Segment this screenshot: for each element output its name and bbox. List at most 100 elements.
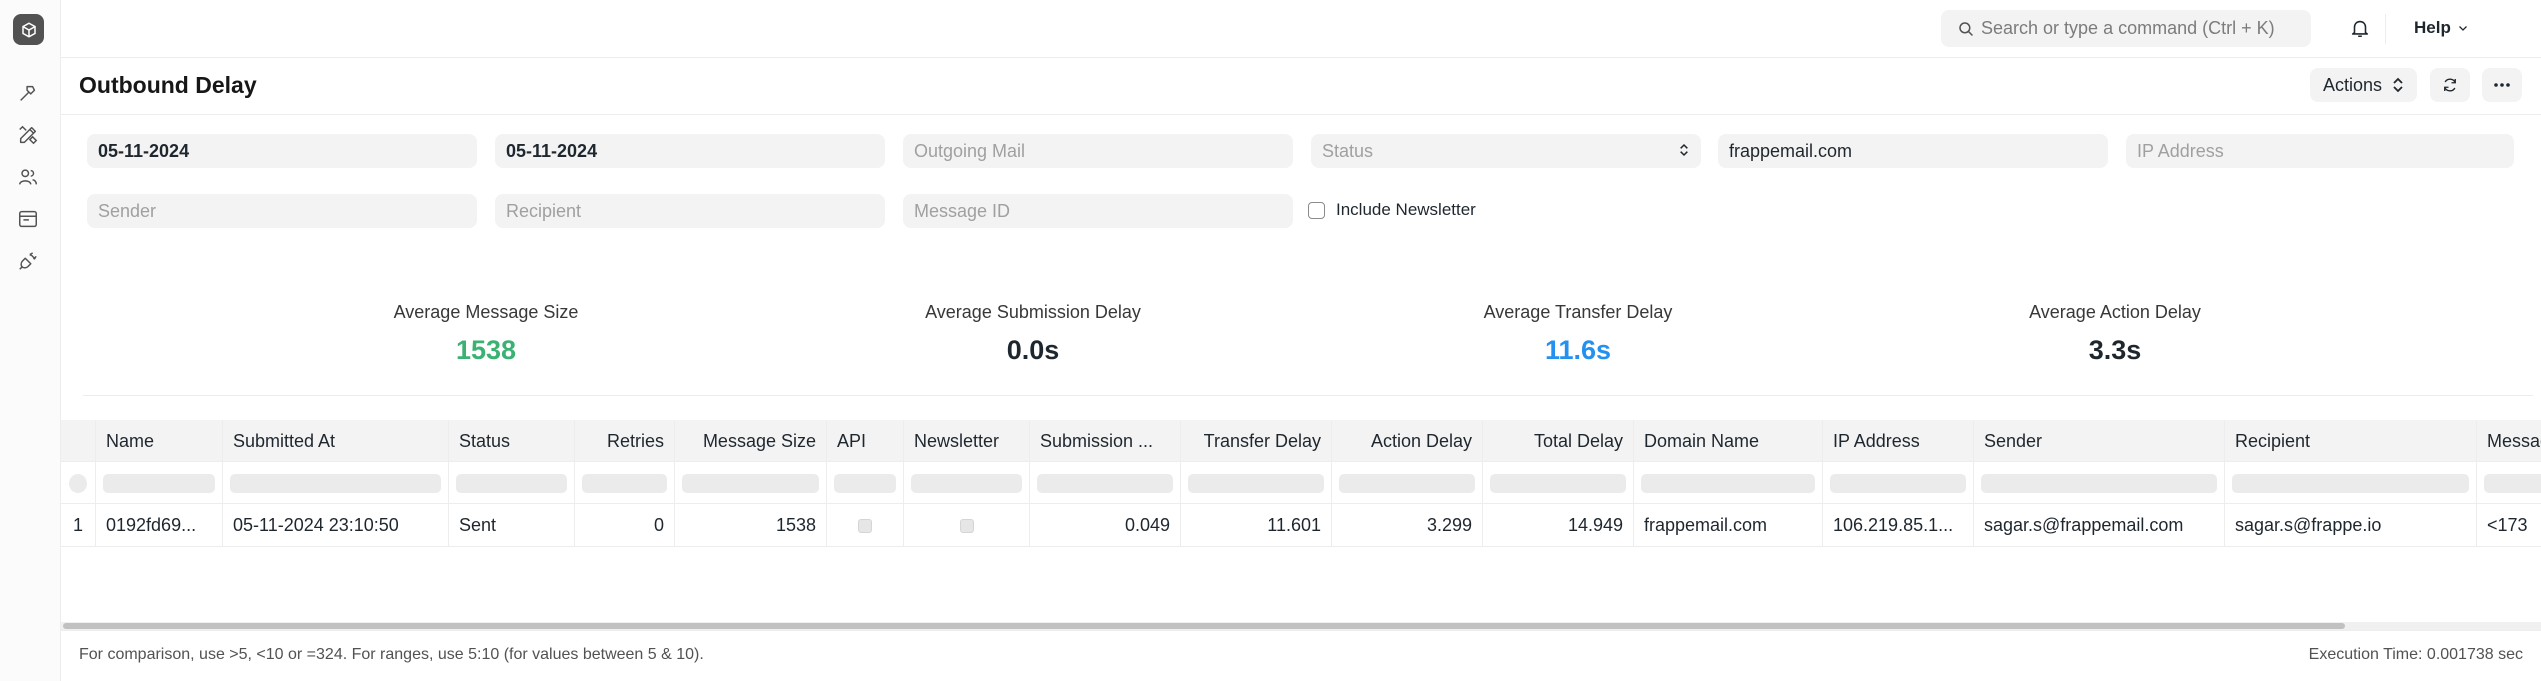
column-filter-cell[interactable]: [223, 462, 449, 504]
ip-address-filter[interactable]: IP Address: [2126, 134, 2514, 168]
cell-newsletter[interactable]: [904, 504, 1030, 547]
column-header-status[interactable]: Status: [449, 420, 575, 462]
column-header-submission-delay[interactable]: Submission ...: [1030, 420, 1181, 462]
actions-button[interactable]: Actions: [2310, 68, 2417, 102]
bell-icon: [2351, 20, 2369, 38]
report-footer: For comparison, use >5, <10 or =324. For…: [61, 630, 2541, 681]
cell-submitted-at[interactable]: 05-11-2024 23:10:50: [223, 504, 449, 547]
page-header: Outbound Delay Actions: [61, 58, 2541, 115]
sidebar-item-website[interactable]: [15, 206, 41, 232]
cell-domain-name[interactable]: frappemail.com: [1634, 504, 1823, 547]
column-header-message-size[interactable]: Message Size: [675, 420, 827, 462]
column-filter-cell[interactable]: [1181, 462, 1332, 504]
message-id-filter[interactable]: Message ID: [903, 194, 1293, 228]
cell-transfer-delay[interactable]: 11.601: [1181, 504, 1332, 547]
cell-name[interactable]: 0192fd69...: [96, 504, 223, 547]
topbar-divider: [2385, 14, 2386, 44]
filter-pill: [456, 474, 567, 493]
cell-total-delay[interactable]: 14.949: [1483, 504, 1634, 547]
recipient-filter[interactable]: Recipient: [495, 194, 885, 228]
column-filter-cell[interactable]: [2225, 462, 2477, 504]
search-placeholder: Search or type a command (Ctrl + K): [1981, 18, 2275, 38]
sender-filter[interactable]: Sender: [87, 194, 477, 228]
column-header-total-delay[interactable]: Total Delay: [1483, 420, 1634, 462]
sidebar-item-users[interactable]: [15, 164, 41, 190]
column-header-recipient[interactable]: Recipient: [2225, 420, 2477, 462]
column-filter-cell[interactable]: [1030, 462, 1181, 504]
app-logo[interactable]: [13, 14, 44, 45]
column-header-name[interactable]: Name: [96, 420, 223, 462]
more-options-button[interactable]: [2482, 68, 2522, 102]
include-newsletter-checkbox[interactable]: [1308, 201, 1325, 219]
column-filter-cell[interactable]: [1332, 462, 1483, 504]
notifications-button[interactable]: [2349, 16, 2371, 45]
row-index: 1: [61, 504, 96, 547]
cell-sender[interactable]: sagar.s@frappemail.com: [1974, 504, 2225, 547]
status-select[interactable]: Status: [1311, 134, 1701, 168]
select-arrows-icon: [2393, 77, 2403, 93]
filter-pill: [2484, 474, 2541, 493]
search-icon: [1959, 22, 1973, 36]
column-filter-cell[interactable]: [1634, 462, 1823, 504]
filter-pill: [103, 474, 215, 493]
outgoing-mail-filter[interactable]: Outgoing Mail: [903, 134, 1293, 168]
include-newsletter-toggle[interactable]: Include Newsletter: [1308, 200, 1476, 220]
column-filter-cell[interactable]: [1483, 462, 1634, 504]
to-date-filter[interactable]: 05-11-2024: [495, 134, 885, 168]
column-header-action-delay[interactable]: Action Delay: [1332, 420, 1483, 462]
horizontal-scrollbar-thumb[interactable]: [63, 623, 2345, 629]
filter-pill: [1339, 474, 1475, 493]
column-header-sender[interactable]: Sender: [1974, 420, 2225, 462]
column-header-newsletter[interactable]: Newsletter: [904, 420, 1030, 462]
column-filter-cell[interactable]: [575, 462, 675, 504]
summary-label: Average Message Size: [393, 302, 579, 322]
cell-message-id[interactable]: <173: [2477, 504, 2541, 547]
column-filter-cell[interactable]: [96, 462, 223, 504]
column-header-retries[interactable]: Retries: [575, 420, 675, 462]
sidebar-item-integrations[interactable]: [15, 248, 41, 274]
from-date-filter[interactable]: 05-11-2024: [87, 134, 477, 168]
cell-status[interactable]: Sent: [449, 504, 575, 547]
cell-message-size[interactable]: 1538: [675, 504, 827, 547]
column-filter-cell[interactable]: [449, 462, 575, 504]
cell-retries[interactable]: 0: [575, 504, 675, 547]
column-header-ip-address[interactable]: IP Address: [1823, 420, 1974, 462]
column-header-transfer-delay[interactable]: Transfer Delay: [1181, 420, 1332, 462]
cell-api[interactable]: [827, 504, 904, 547]
search-input[interactable]: Search or type a command (Ctrl + K): [1941, 10, 2311, 47]
table-row[interactable]: 1 0192fd69... 05-11-2024 23:10:50 Sent 0…: [61, 504, 2541, 547]
cell-submission-delay[interactable]: 0.049: [1030, 504, 1181, 547]
cell-recipient[interactable]: sagar.s@frappe.io: [2225, 504, 2477, 547]
sidebar-item-tools[interactable]: [15, 80, 41, 106]
summary-card: Average Submission Delay 0.0s: [833, 302, 1233, 366]
help-dropdown[interactable]: Help: [2414, 18, 2469, 38]
column-filter-cell[interactable]: [61, 462, 96, 504]
filter-pill: [1981, 474, 2217, 493]
cell-ip-address[interactable]: 106.219.85.1...: [1823, 504, 1974, 547]
column-header-submitted-at[interactable]: Submitted At: [223, 420, 449, 462]
column-filter-cell[interactable]: [2477, 462, 2541, 504]
column-header-api[interactable]: API: [827, 420, 904, 462]
filter-pill: [582, 474, 667, 493]
users-icon: [19, 169, 37, 185]
column-filter-cell[interactable]: [1974, 462, 2225, 504]
column-filter-cell[interactable]: [827, 462, 904, 504]
refresh-button[interactable]: [2430, 68, 2470, 102]
select-arrows-icon: [1680, 143, 1688, 157]
domain-filter[interactable]: frappemail.com: [1718, 134, 2108, 168]
column-filter-cell[interactable]: [904, 462, 1030, 504]
column-filter-cell[interactable]: [1823, 462, 1974, 504]
cell-action-delay[interactable]: 3.299: [1332, 504, 1483, 547]
column-filter-cell[interactable]: [675, 462, 827, 504]
summary-card: Average Message Size 1538: [286, 302, 686, 366]
column-header-domain-name[interactable]: Domain Name: [1634, 420, 1823, 462]
sidebar-item-build[interactable]: [15, 122, 41, 148]
filter-pill: [69, 474, 87, 493]
summary-card: Average Action Delay 3.3s: [1915, 302, 2315, 366]
column-header-message-id[interactable]: Messag: [2477, 420, 2541, 462]
filter-pill: [682, 474, 819, 493]
sidebar: [0, 0, 61, 681]
help-label: Help: [2414, 18, 2451, 37]
ellipsis-icon: [2494, 83, 2510, 87]
include-newsletter-label: Include Newsletter: [1336, 200, 1476, 219]
